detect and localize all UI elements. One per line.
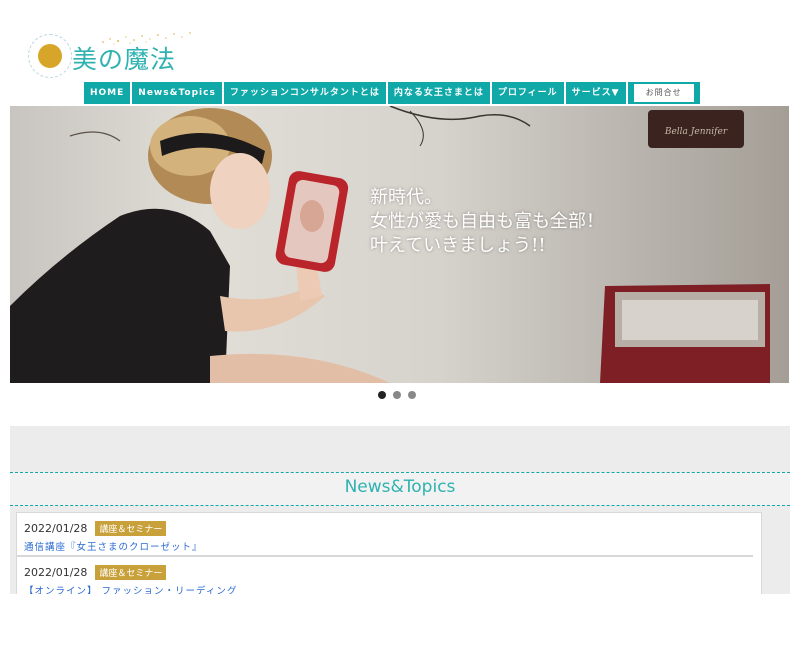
news-item: 2022/01/28 講座＆セミナー 【オンライン】 ファッション・リーディング bbox=[17, 557, 761, 595]
logo-text: 美の魔法 bbox=[72, 45, 177, 74]
nav-profile[interactable]: プロフィール bbox=[491, 82, 564, 104]
news-date: 2022/01/28 bbox=[24, 522, 88, 535]
hero-sign-text: Bella Jennifer bbox=[664, 127, 728, 137]
nav-services-dropdown[interactable]: サービス▼ bbox=[565, 82, 626, 104]
slider-dot-1[interactable] bbox=[378, 391, 386, 399]
site-logo[interactable]: 美の魔法 bbox=[28, 30, 198, 80]
news-item: 2022/01/28 講座＆セミナー 通信講座『女王さまのクローゼット』 bbox=[17, 513, 753, 557]
page-bottom-blank bbox=[0, 594, 800, 650]
slider-dot-2[interactable] bbox=[393, 391, 401, 399]
news-category-badge[interactable]: 講座＆セミナー bbox=[95, 565, 167, 580]
hero-line-1: 新時代。 bbox=[370, 187, 442, 208]
main-nav: HOME News&Topics ファッションコンサルタントとは 内なる女王さま… bbox=[84, 82, 700, 104]
nav-fashion-consultant[interactable]: ファッションコンサルタントとは bbox=[223, 82, 386, 104]
news-link[interactable]: 通信講座『女王さまのクローゼット』 bbox=[24, 539, 745, 553]
hero-line-3: 叶えていきましょう!! bbox=[370, 235, 546, 256]
nav-contact-label: お問合せ bbox=[633, 84, 694, 102]
hero-line-2: 女性が愛も自由も富も全部！ bbox=[370, 211, 604, 232]
news-category-badge[interactable]: 講座＆セミナー bbox=[95, 521, 167, 536]
news-list: 2022/01/28 講座＆セミナー 通信講座『女王さまのクローゼット』 202… bbox=[16, 512, 762, 596]
slider-dot-3[interactable] bbox=[408, 391, 416, 399]
nav-inner-queen[interactable]: 内なる女王さまとは bbox=[387, 82, 490, 104]
hero-catchcopy: 新時代。 女性が愛も自由も富も全部！ 叶えていきましょう!! bbox=[370, 186, 604, 258]
hero-slider-image[interactable]: Bella Jennifer 新時代。 女性が愛も自由も富も全部！ 叶えていきま… bbox=[10, 106, 789, 383]
news-section-title: News&Topics bbox=[344, 477, 456, 497]
news-title-bar: News&Topics bbox=[10, 472, 790, 506]
nav-contact-button[interactable]: お問合せ bbox=[627, 82, 700, 104]
logo-emblem-icon bbox=[28, 34, 72, 78]
nav-news-topics[interactable]: News&Topics bbox=[132, 82, 222, 104]
news-date: 2022/01/28 bbox=[24, 566, 88, 579]
nav-home[interactable]: HOME bbox=[84, 82, 131, 104]
slider-dots bbox=[378, 391, 423, 399]
